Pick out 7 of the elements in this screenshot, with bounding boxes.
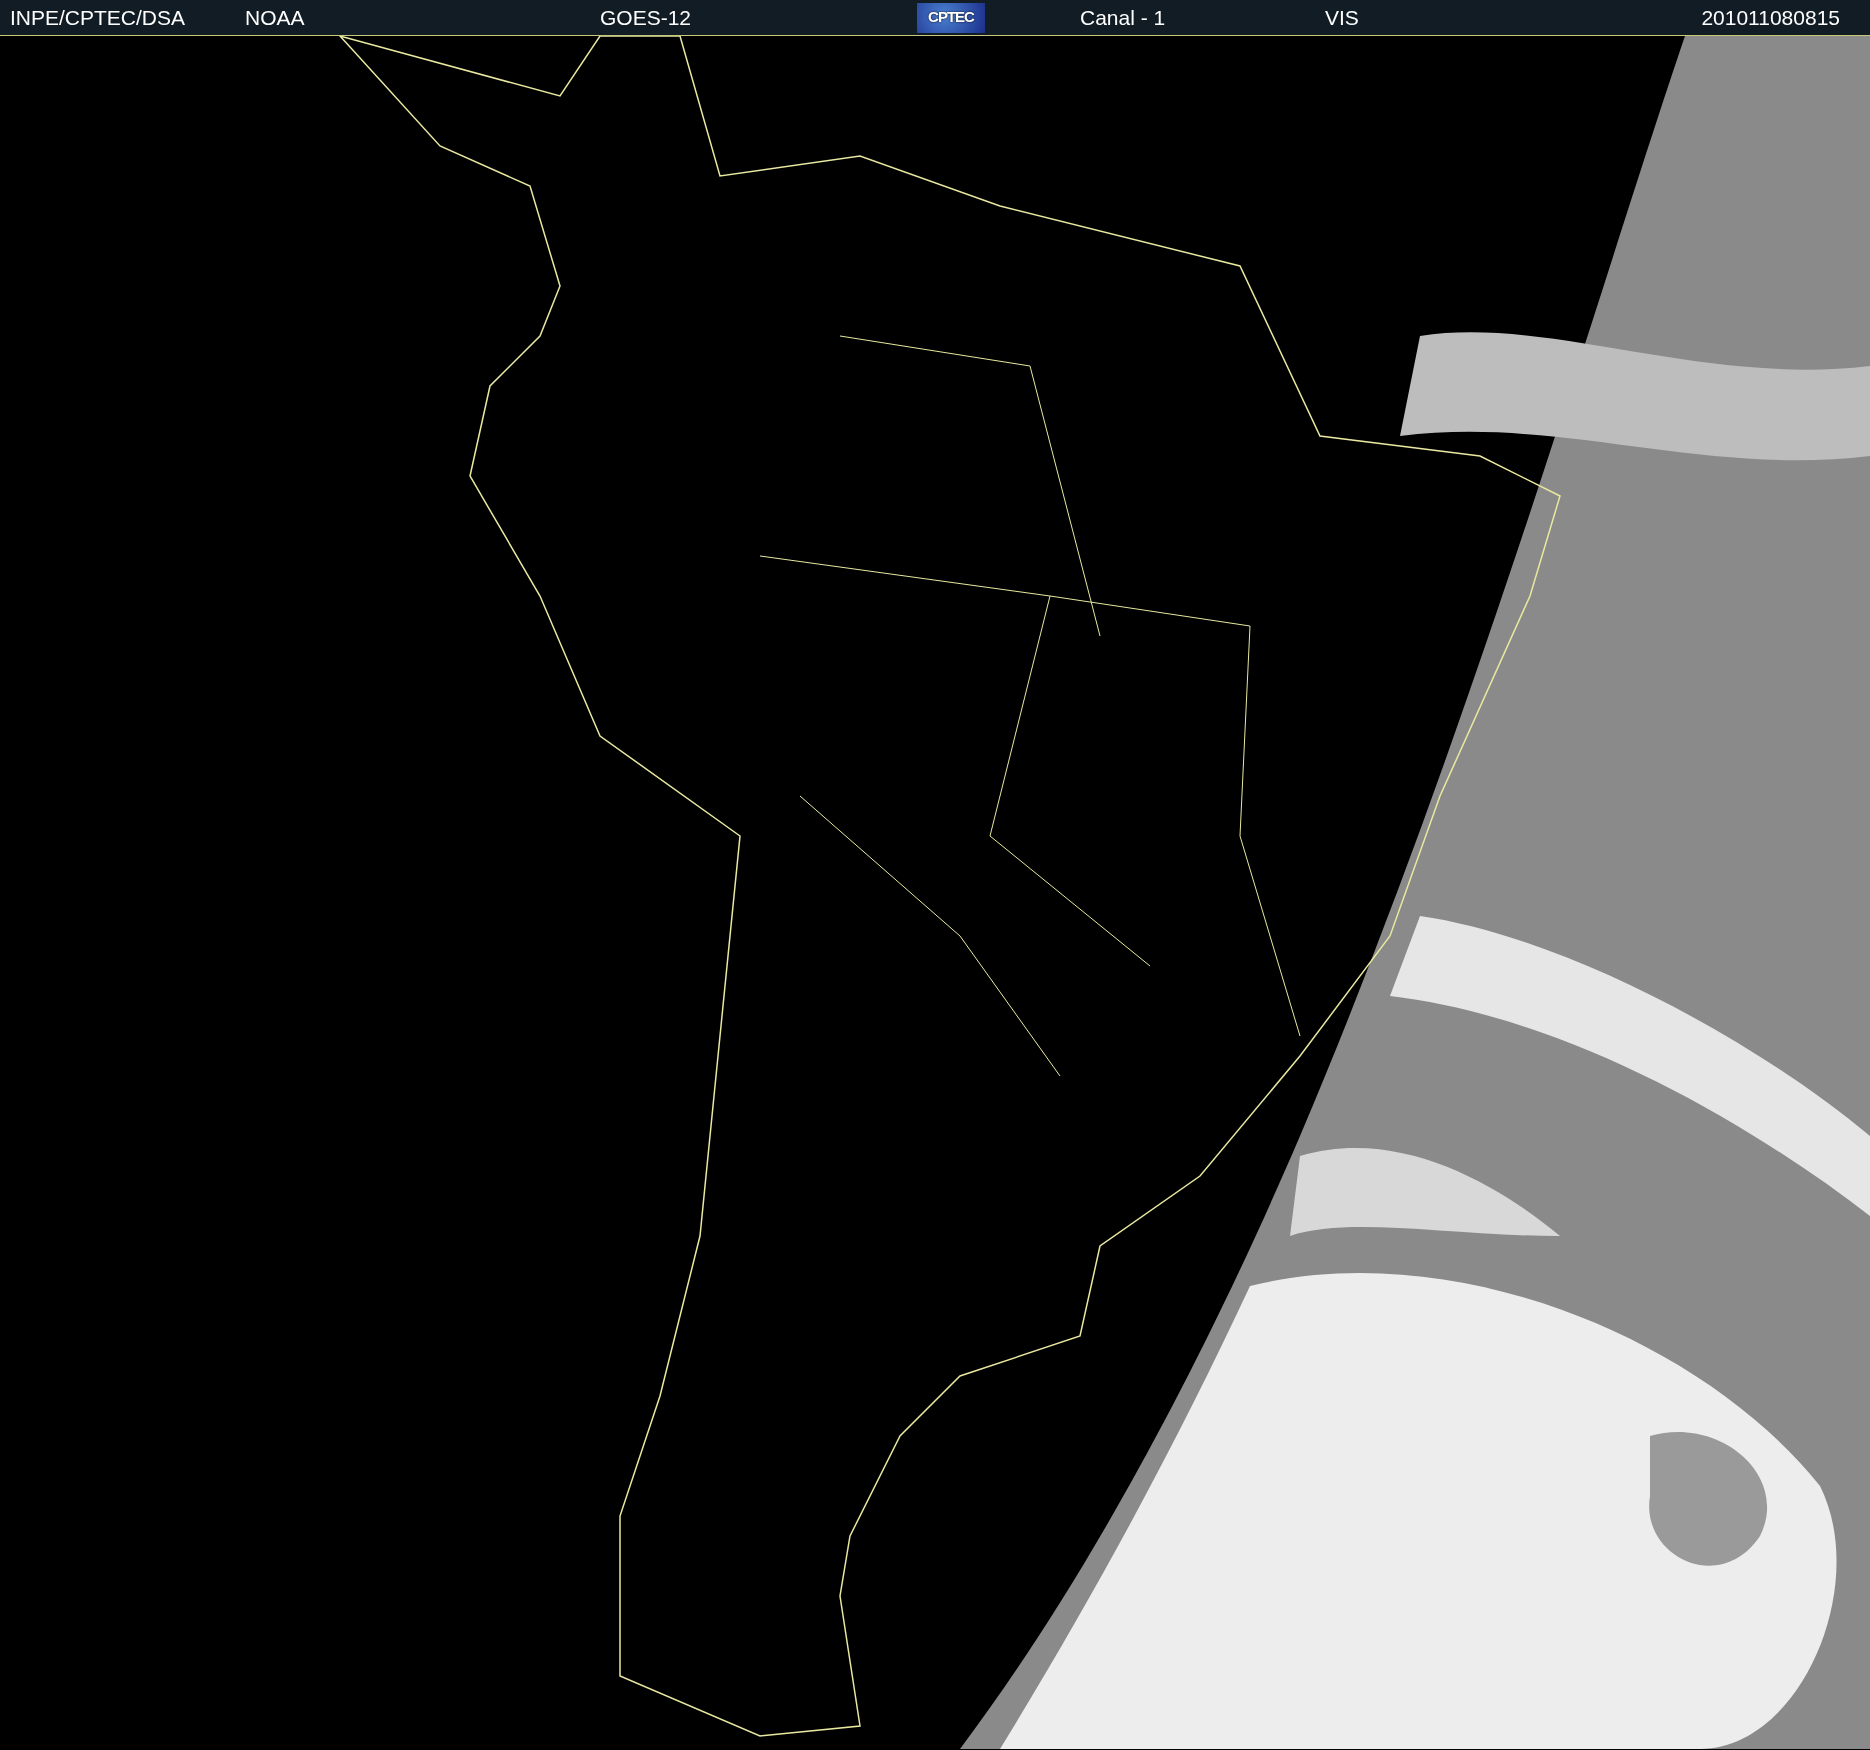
band-label: VIS xyxy=(1325,4,1359,31)
timestamp-label: 201011080815 xyxy=(1701,4,1840,31)
satellite-label: GOES-12 xyxy=(600,4,693,31)
source-label: INPE/CPTEC/DSA xyxy=(10,4,187,31)
logo: CPTEC xyxy=(917,2,985,33)
channel-label: Canal - 1 xyxy=(1080,4,1167,31)
agency-label: NOAA xyxy=(245,4,306,31)
